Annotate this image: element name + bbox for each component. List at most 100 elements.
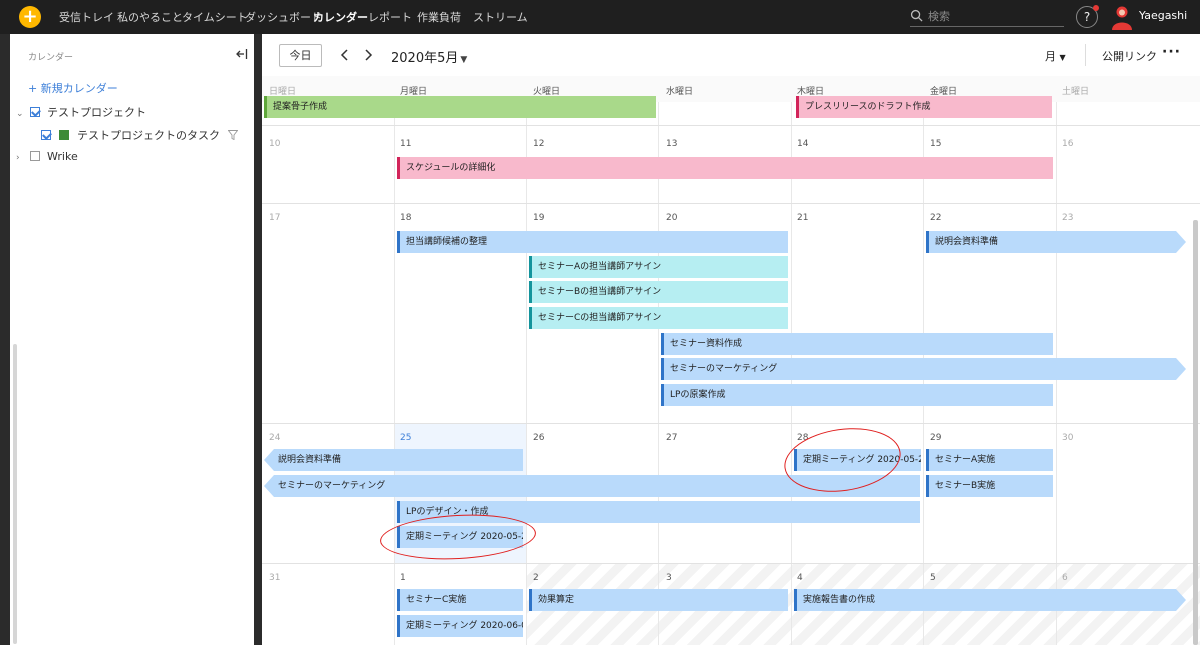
day-number: 31 bbox=[269, 573, 281, 583]
task-bar[interactable]: LPの原案作成 bbox=[661, 384, 1053, 406]
day-number: 16 bbox=[1062, 139, 1074, 149]
chevron-down-icon[interactable]: ⌄ bbox=[16, 109, 26, 119]
caret-down-icon: ▼ bbox=[1059, 53, 1066, 62]
weekday-label: 土曜日 bbox=[1062, 87, 1090, 97]
sidebar-item-wrike[interactable]: › Wrike bbox=[16, 150, 78, 163]
day-number: 20 bbox=[666, 213, 678, 223]
calendar-main: 今日 2020年5月 ▼ 月 ▼ 公開リンク ··· 日曜日 月曜日 火曜日 水曜… bbox=[262, 34, 1200, 645]
nav-calendar[interactable]: カレンダー bbox=[313, 9, 368, 25]
day-number: 22 bbox=[930, 213, 942, 223]
sidebar-item-test-project[interactable]: ⌄ テストプロジェクト bbox=[16, 104, 146, 120]
task-bar[interactable]: セミナーB実施 bbox=[926, 475, 1053, 497]
filter-icon[interactable] bbox=[227, 130, 238, 140]
task-bar[interactable]: 効果算定 bbox=[529, 589, 788, 611]
task-bar[interactable]: 説明会資料準備 bbox=[264, 449, 523, 471]
nav-inbox[interactable]: 受信トレイ bbox=[59, 9, 114, 25]
day-number: 24 bbox=[269, 433, 281, 443]
task-bar[interactable]: セミナーC実施 bbox=[397, 589, 523, 611]
day-number: 18 bbox=[400, 213, 412, 223]
username[interactable]: Yaegashi bbox=[1139, 9, 1187, 22]
calendar-toolbar: 今日 2020年5月 ▼ 月 ▼ 公開リンク ··· bbox=[262, 34, 1200, 76]
help-label: ? bbox=[1083, 10, 1091, 24]
checkbox[interactable] bbox=[29, 107, 40, 117]
checkbox[interactable] bbox=[41, 130, 51, 140]
add-button[interactable]: + bbox=[19, 6, 41, 28]
search-input[interactable] bbox=[928, 8, 1058, 25]
notification-dot bbox=[1093, 5, 1099, 11]
checkbox[interactable] bbox=[29, 151, 40, 161]
prev-month-icon[interactable] bbox=[338, 46, 352, 64]
task-bar[interactable]: プレスリリースのドラフト作成 bbox=[796, 96, 1052, 118]
view-label: 月 bbox=[1045, 50, 1056, 63]
calendar-scrollbar[interactable] bbox=[1193, 220, 1198, 645]
nav-timesheet[interactable]: タイムシート bbox=[182, 9, 248, 25]
day-number: 17 bbox=[269, 213, 281, 223]
calendar-sidebar: カレンダー + 新規カレンダー ⌄ テストプロジェクト テストプロジェクトのタス… bbox=[10, 34, 254, 645]
task-bar[interactable]: セミナーA実施 bbox=[926, 449, 1053, 471]
sidebar-item-label: テストプロジェクトのタスク bbox=[77, 129, 220, 142]
task-bar[interactable]: 提案骨子作成 bbox=[264, 96, 656, 118]
task-bar[interactable]: セミナーCの担当講師アサイン bbox=[529, 307, 788, 329]
day-number: 29 bbox=[930, 433, 942, 443]
day-number-today: 25 bbox=[400, 433, 412, 443]
task-bar[interactable]: セミナーAの担当講師アサイン bbox=[529, 256, 788, 278]
view-selector[interactable]: 月 ▼ bbox=[1045, 48, 1066, 64]
task-bar[interactable]: 実施報告書の作成 bbox=[794, 589, 1186, 611]
collapse-sidebar-icon[interactable] bbox=[236, 48, 248, 60]
task-bar[interactable]: セミナーBの担当講師アサイン bbox=[529, 281, 788, 303]
new-calendar-link[interactable]: + 新規カレンダー bbox=[28, 80, 118, 96]
day-number: 15 bbox=[930, 139, 942, 149]
day-number: 14 bbox=[797, 139, 809, 149]
nav-dashboard[interactable]: ダッシュボード bbox=[245, 9, 322, 25]
month-picker[interactable]: 2020年5月 ▼ bbox=[391, 47, 467, 66]
day-number: 12 bbox=[533, 139, 545, 149]
week-divider bbox=[262, 563, 1200, 564]
sidebar-title: カレンダー bbox=[28, 53, 74, 63]
more-options-icon[interactable]: ··· bbox=[1162, 44, 1181, 60]
day-number: 19 bbox=[533, 213, 545, 223]
task-bar[interactable]: 担当講師候補の整理 bbox=[397, 231, 788, 253]
help-button[interactable]: ? bbox=[1076, 5, 1099, 28]
sidebar-scrollbar[interactable] bbox=[13, 344, 17, 644]
weekday-label: 水曜日 bbox=[666, 87, 694, 97]
search-icon bbox=[910, 9, 923, 22]
public-link-button[interactable]: 公開リンク bbox=[1102, 48, 1157, 64]
day-number: 5 bbox=[930, 573, 936, 583]
sidebar-item-test-project-tasks[interactable]: テストプロジェクトのタスク bbox=[41, 127, 238, 143]
sidebar-item-label: Wrike bbox=[47, 150, 78, 163]
task-bar[interactable]: 定期ミーティング 2020-06-01 bbox=[397, 615, 523, 637]
nav-workload[interactable]: 作業負荷 bbox=[417, 9, 461, 25]
day-number: 30 bbox=[1062, 433, 1074, 443]
nav-stream[interactable]: ストリーム bbox=[473, 9, 528, 25]
task-bar[interactable]: セミナー資料作成 bbox=[661, 333, 1053, 355]
month-label: 2020年5月 bbox=[391, 51, 459, 66]
task-bar[interactable]: 説明会資料準備 bbox=[926, 231, 1186, 253]
week-divider bbox=[262, 423, 1200, 424]
day-number: 3 bbox=[666, 573, 672, 583]
caret-down-icon: ▼ bbox=[460, 55, 468, 65]
week-divider bbox=[262, 203, 1200, 204]
user-avatar-icon[interactable] bbox=[1110, 4, 1134, 30]
month-grid: 提案骨子作成 プレスリリースのドラフト作成 10 11 12 13 14 15 … bbox=[262, 96, 1200, 645]
task-bar[interactable]: スケジュールの詳細化 bbox=[397, 157, 1053, 179]
day-number: 1 bbox=[400, 573, 406, 583]
nav-reports[interactable]: レポート bbox=[368, 9, 412, 25]
chevron-right-icon[interactable]: › bbox=[16, 153, 26, 163]
next-month-icon[interactable] bbox=[361, 46, 375, 64]
nav-my-work[interactable]: 私のやること bbox=[117, 9, 183, 25]
top-navigation-bar: + 受信トレイ 私のやること タイムシート ダッシュボード カレンダー レポート… bbox=[0, 0, 1200, 34]
sidebar-item-label: テストプロジェクト bbox=[47, 106, 146, 119]
calendar-color-swatch bbox=[58, 130, 69, 140]
week-divider bbox=[262, 125, 1200, 126]
day-number: 26 bbox=[533, 433, 545, 443]
day-number: 4 bbox=[797, 573, 803, 583]
toolbar-divider bbox=[1085, 44, 1086, 66]
task-bar[interactable]: セミナーのマーケティング bbox=[661, 358, 1186, 380]
day-number: 6 bbox=[1062, 573, 1068, 583]
day-number: 13 bbox=[666, 139, 678, 149]
today-button[interactable]: 今日 bbox=[279, 44, 322, 67]
day-number: 21 bbox=[797, 213, 809, 223]
day-number: 11 bbox=[400, 139, 412, 149]
day-number: 27 bbox=[666, 433, 678, 443]
search-box[interactable] bbox=[910, 8, 1064, 27]
